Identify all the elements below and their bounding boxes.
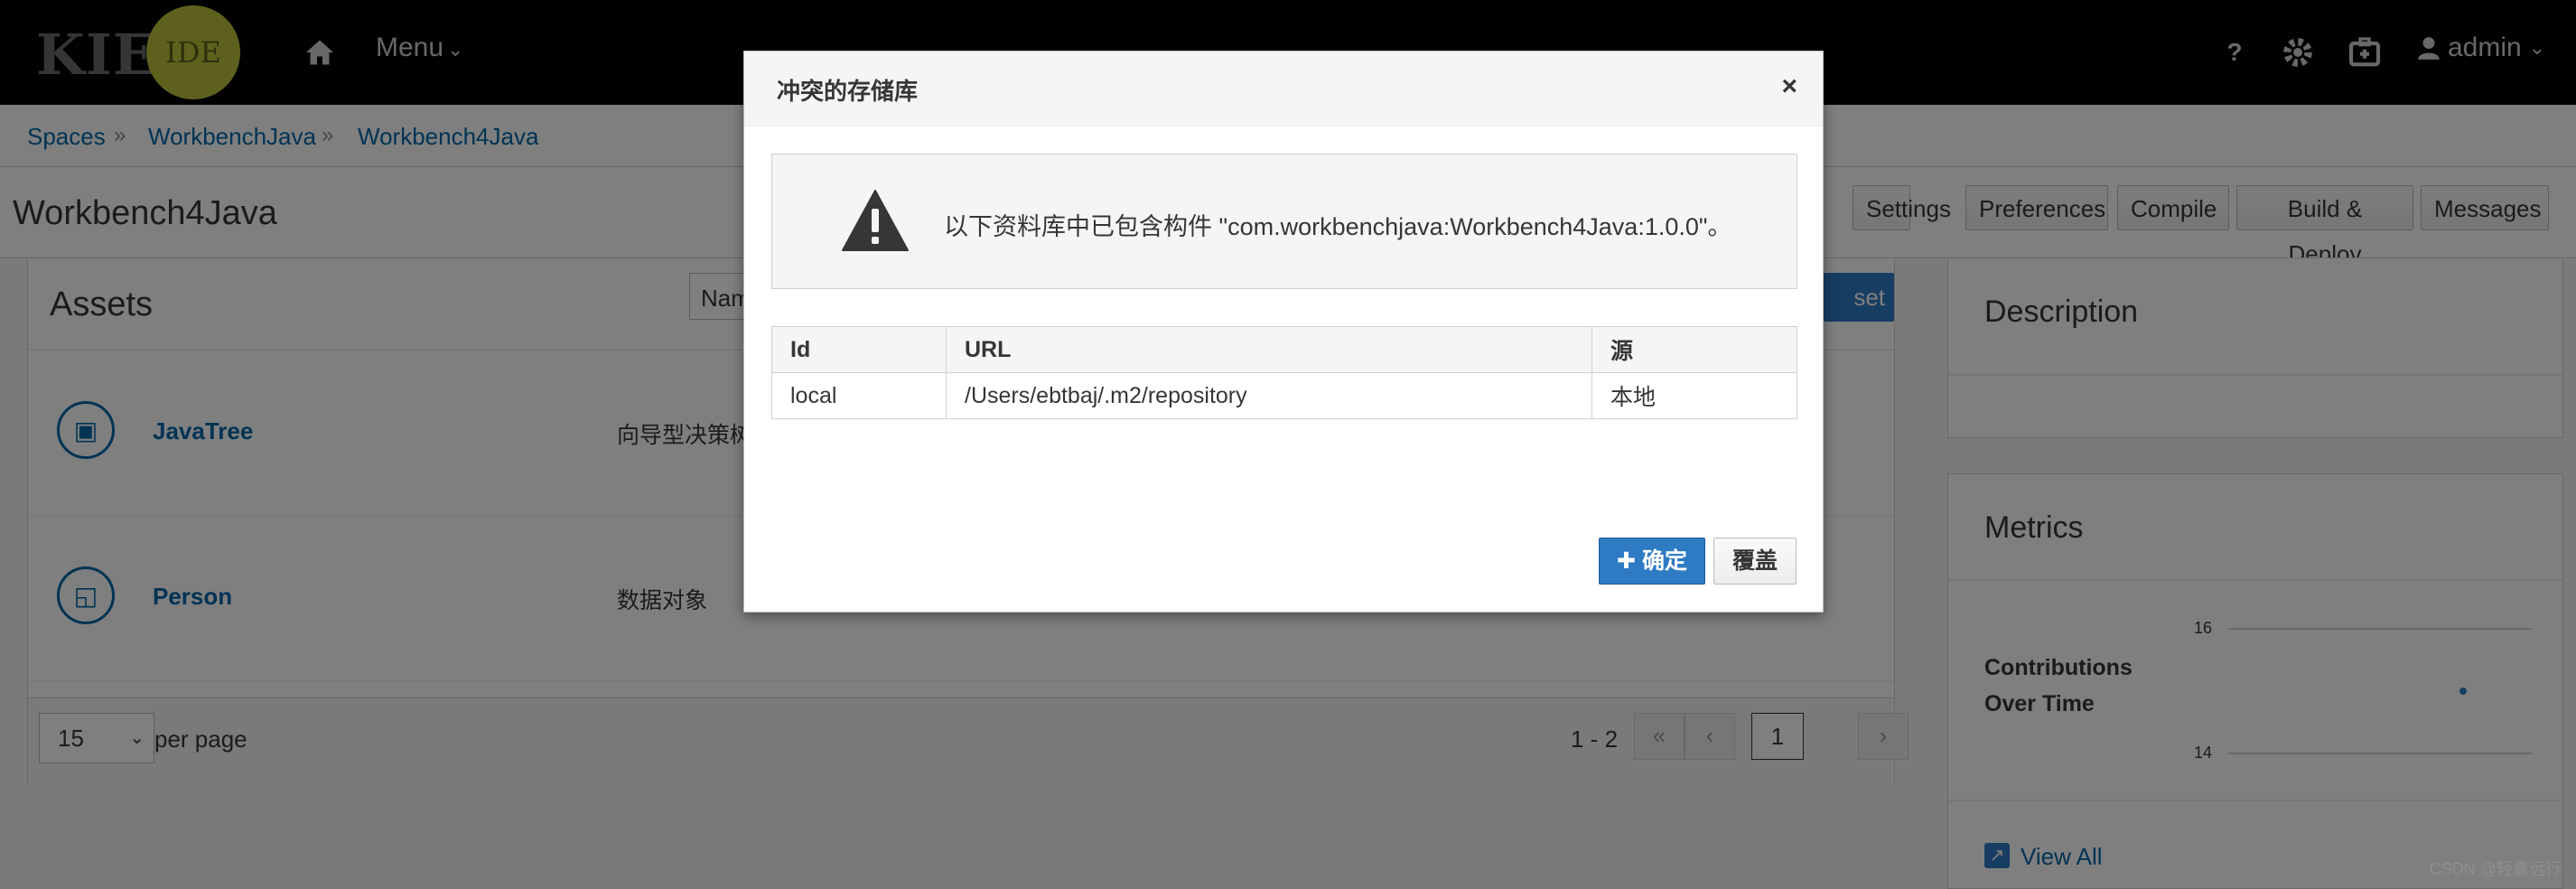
column-header-url[interactable]: URL <box>946 326 1592 373</box>
watermark: CSDN @轻囊远行 <box>2429 860 2562 878</box>
column-header-source[interactable]: 源 <box>1591 326 1797 373</box>
cell-url: /Users/ebtbaj/.m2/repository <box>946 372 1592 419</box>
column-header-id[interactable]: Id <box>771 326 947 373</box>
cell-source: 本地 <box>1591 372 1797 419</box>
plus-icon: ✚ <box>1617 548 1636 574</box>
cell-id: local <box>771 372 947 419</box>
warning-message: 以下资料库中已包含构件 "com.workbenchjava:Workbench… <box>944 213 1732 240</box>
conflicting-repositories-dialog: 冲突的存储库 × 以下资料库中已包含构件 "com.workbenchjava:… <box>743 51 1824 613</box>
overwrite-button[interactable]: 覆盖 <box>1713 538 1797 585</box>
table-row[interactable]: local /Users/ebtbaj/.m2/repository 本地 <box>771 372 1797 419</box>
overwrite-label: 覆盖 <box>1731 548 1778 574</box>
warning-alert: 以下资料库中已包含构件 "com.workbenchjava:Workbench… <box>771 154 1797 289</box>
close-icon[interactable]: × <box>1781 71 1797 102</box>
warning-icon <box>842 190 909 251</box>
ok-button[interactable]: ✚ 确定 <box>1599 538 1705 585</box>
repository-table: Id URL 源 local /Users/ebtbaj/.m2/reposit… <box>771 326 1797 419</box>
ok-label: 确定 <box>1641 548 1687 574</box>
modal-title: 冲突的存储库 <box>777 78 919 105</box>
modal-header: 冲突的存储库 × <box>744 51 1823 126</box>
table-header-row: Id URL 源 <box>771 326 1797 373</box>
